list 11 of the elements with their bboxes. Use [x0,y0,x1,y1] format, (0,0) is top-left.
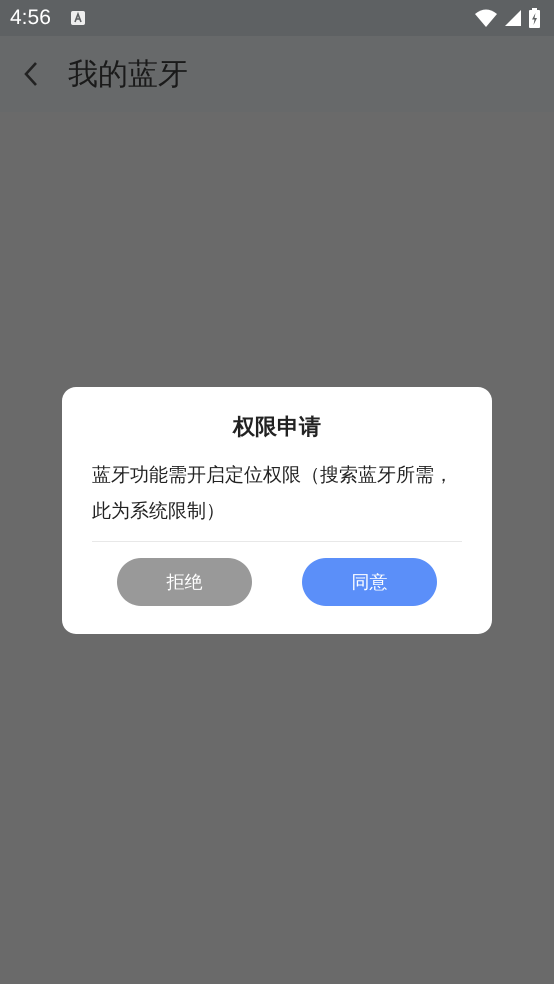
notification-icon [70,11,85,25]
back-icon[interactable] [24,61,38,87]
dialog-title: 权限申请 [231,414,322,442]
agree-button[interactable]: 同意 [302,558,437,606]
battery-icon [529,8,540,28]
dialog-message: 蓝牙功能需开启定位权限（搜索蓝牙所需，此为系统限制） [92,463,454,524]
wifi-icon [475,9,497,27]
status-time: 4:56 [10,6,51,30]
signal-icon [505,10,521,26]
page-title: 我的蓝牙 [68,56,188,94]
decline-button[interactable]: 拒绝 [117,558,252,606]
